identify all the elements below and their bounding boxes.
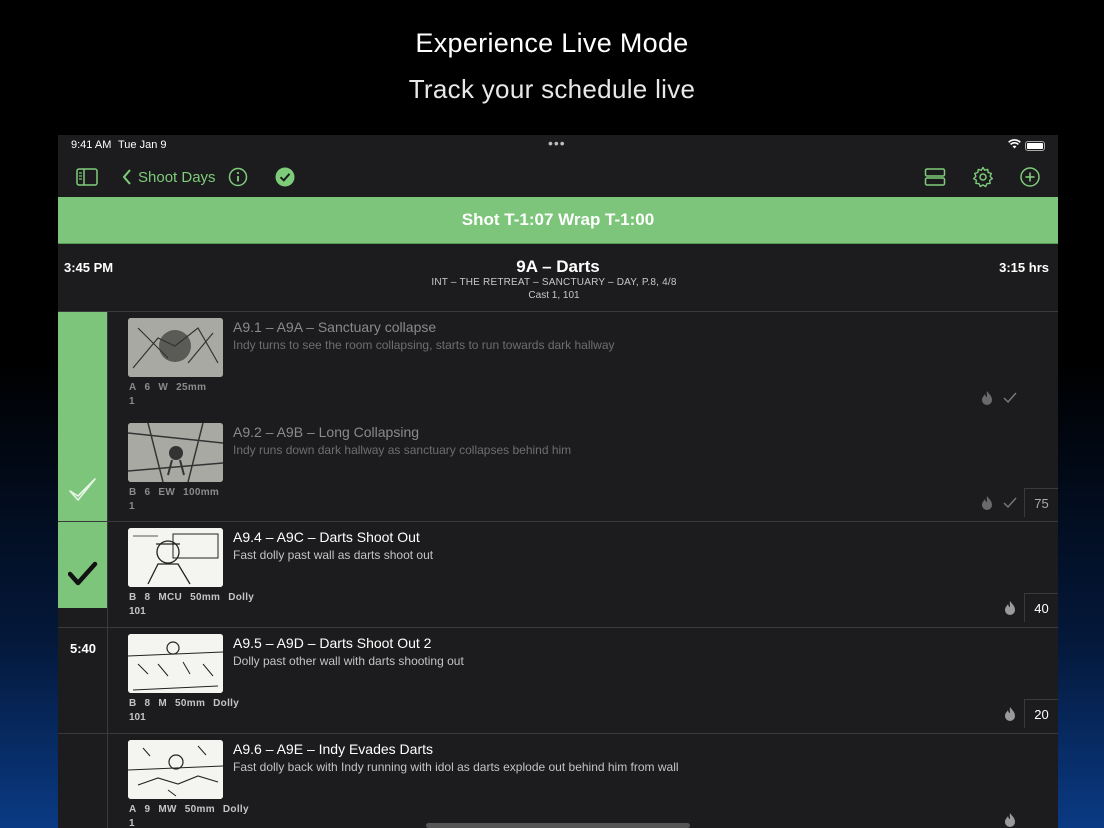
flame-icon[interactable] bbox=[1003, 600, 1017, 616]
checkmark-circle-icon[interactable] bbox=[273, 165, 297, 189]
scene-title: 9A – Darts bbox=[516, 257, 600, 276]
shot-description: Fast dolly past wall as darts shoot out bbox=[233, 548, 434, 562]
shot-meta: B 8 M 50mm Dolly bbox=[129, 698, 240, 709]
storyboard-thumbnail bbox=[128, 528, 223, 587]
shot-row[interactable]: A9.4 – A9C – Darts Shoot Out Fast dolly … bbox=[108, 522, 1058, 627]
shot-cast: 1 bbox=[129, 396, 135, 407]
shot-cast: 101 bbox=[129, 712, 146, 723]
shot-description: Indy turns to see the room collapsing, s… bbox=[233, 338, 615, 352]
checkmark-outline-icon bbox=[69, 478, 96, 501]
ipad-screen: 9:41 AM Tue Jan 9 ••• Shoot Days Shot T-… bbox=[58, 135, 1058, 828]
shot-row[interactable]: A9.2 – A9B – Long Collapsing Indy runs d… bbox=[108, 417, 1058, 522]
shot-cast: 101 bbox=[129, 606, 146, 617]
storyboard-thumbnail bbox=[128, 634, 223, 693]
promo-title: Experience Live Mode bbox=[415, 28, 689, 58]
shot-description: Fast dolly back with Indy running with i… bbox=[233, 760, 679, 774]
shot-row[interactable]: A9.5 – A9D – Darts Shoot Out 2 Dolly pas… bbox=[108, 628, 1058, 733]
flame-icon[interactable] bbox=[980, 390, 994, 406]
shot-minutes[interactable]: 75 bbox=[1024, 488, 1058, 517]
shot-meta: B 8 MCU 50mm Dolly bbox=[129, 592, 255, 603]
shot-title: A9.1 – A9A – Sanctuary collapse bbox=[233, 319, 437, 335]
sidebar-icon[interactable] bbox=[75, 165, 99, 189]
scene-duration: 3:15 hrs bbox=[999, 260, 1049, 275]
completed-gutter[interactable] bbox=[58, 312, 108, 521]
home-indicator[interactable] bbox=[426, 823, 690, 828]
shot-minutes[interactable]: 20 bbox=[1024, 699, 1058, 728]
back-button[interactable]: Shoot Days bbox=[122, 165, 216, 189]
check-icon[interactable] bbox=[1003, 497, 1017, 509]
status-bar: 9:41 AM Tue Jan 9 ••• bbox=[58, 135, 1058, 157]
checkmark-icon bbox=[68, 561, 98, 586]
shot-cast: 1 bbox=[129, 818, 135, 828]
shot-row[interactable]: A9.6 – A9E – Indy Evades Darts Fast doll… bbox=[108, 734, 1058, 828]
info-icon[interactable] bbox=[226, 165, 250, 189]
storyboard-thumbnail bbox=[128, 423, 223, 482]
shot-description: Dolly past other wall with darts shootin… bbox=[233, 654, 464, 668]
gear-icon[interactable] bbox=[971, 165, 995, 189]
flame-icon[interactable] bbox=[1003, 812, 1017, 828]
shot-title: A9.4 – A9C – Darts Shoot Out bbox=[233, 529, 420, 545]
shot-title: A9.6 – A9E – Indy Evades Darts bbox=[233, 741, 434, 757]
status-time: 9:41 AM bbox=[71, 139, 112, 151]
multitasking-dots-icon[interactable]: ••• bbox=[548, 135, 566, 151]
wifi-icon bbox=[1008, 139, 1021, 152]
current-shot-gutter[interactable] bbox=[58, 521, 108, 608]
shot-title: A9.2 – A9B – Long Collapsing bbox=[233, 424, 420, 440]
plus-circle-icon[interactable] bbox=[1018, 165, 1042, 189]
chevron-left-icon bbox=[122, 169, 131, 185]
shot-minutes[interactable]: 40 bbox=[1024, 593, 1058, 622]
promo-subtitle: Track your schedule live bbox=[408, 74, 696, 104]
shot-cast: 1 bbox=[129, 501, 135, 512]
shot-meta: B 6 EW 100mm bbox=[129, 487, 220, 498]
check-icon[interactable] bbox=[1003, 392, 1017, 404]
live-status-banner[interactable]: Shot T-1:07 Wrap T-1:00 bbox=[58, 197, 1058, 244]
flame-icon[interactable] bbox=[980, 495, 994, 511]
status-date: Tue Jan 9 bbox=[118, 139, 167, 151]
scene-location: INT – THE RETREAT – SANCTUARY – DAY, P.8… bbox=[431, 277, 677, 288]
back-button-label: Shoot Days bbox=[138, 168, 216, 186]
storyboard-thumbnail bbox=[128, 318, 223, 377]
next-shot-time: 5:40 bbox=[69, 641, 97, 656]
shot-title: A9.5 – A9D – Darts Shoot Out 2 bbox=[233, 635, 432, 651]
scene-header[interactable]: 3:45 PM 9A – Darts INT – THE RETREAT – S… bbox=[58, 244, 1058, 312]
shot-row[interactable]: A9.1 – A9A – Sanctuary collapse Indy tur… bbox=[108, 312, 1058, 417]
scene-cast: Cast 1, 101 bbox=[528, 290, 580, 301]
shot-meta: A 6 W 25mm bbox=[129, 382, 207, 393]
shot-description: Indy runs down dark hallway as sanctuary… bbox=[233, 443, 572, 457]
rows-icon[interactable] bbox=[923, 165, 947, 189]
shot-meta: A 9 MW 50mm Dolly bbox=[129, 804, 249, 815]
battery-icon bbox=[1025, 141, 1045, 151]
flame-icon[interactable] bbox=[1003, 706, 1017, 722]
toolbar: Shoot Days bbox=[58, 157, 1058, 197]
storyboard-thumbnail bbox=[128, 740, 223, 799]
